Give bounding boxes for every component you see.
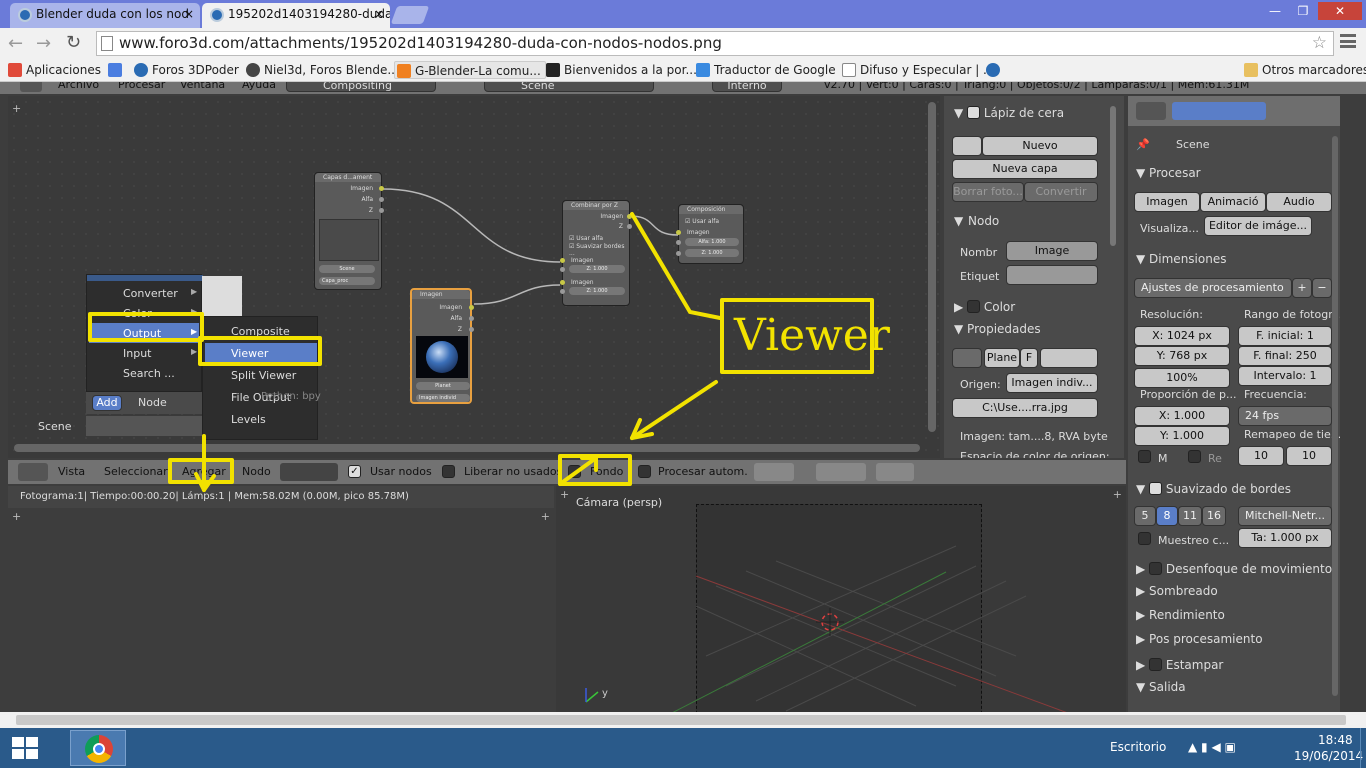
annotation-arrows <box>194 212 722 492</box>
blender-screenshot: Archivo Procesar Ventana Ayuda Compositi… <box>0 82 1366 712</box>
windows-taskbar: Escritorio ▲ ▮ ◀ ▣ 18:48 19/06/2014 <box>0 728 1366 768</box>
show-desktop-button[interactable] <box>1360 728 1366 768</box>
chrome-icon <box>85 735 113 763</box>
bookmark-label: Otros marcadores <box>1262 63 1366 77</box>
bookmark-bienvenidos[interactable]: Bienvenidos a la por... <box>544 61 697 79</box>
bookmark-aplicaciones[interactable]: Aplicaciones <box>6 61 101 79</box>
forward-icon[interactable]: → <box>36 33 51 54</box>
page-icon <box>101 36 113 51</box>
site-favicon-icon <box>397 64 411 78</box>
windows-start-icon[interactable] <box>12 737 38 759</box>
bookmark-label: Difuso y Especular | ... <box>860 63 995 77</box>
page-icon <box>842 63 856 77</box>
arrow-to-fondo <box>630 380 718 440</box>
bookmark-label: Traductor de Google <box>714 63 836 77</box>
other-bookmarks[interactable]: Otros marcadores <box>1242 61 1366 79</box>
bookmark-traductor[interactable]: Traductor de Google <box>694 61 836 79</box>
close-tab-icon[interactable]: × <box>184 3 194 25</box>
url-text: www.foro3d.com/attachments/195202d140319… <box>119 34 722 52</box>
restore-button[interactable]: ❐ <box>1290 2 1316 20</box>
bookmark-label: Aplicaciones <box>26 63 101 77</box>
bookmark-label: G-Blender-La comu... <box>415 64 541 78</box>
arrow-to-zcombine <box>630 212 722 320</box>
site-favicon-icon <box>134 63 148 77</box>
tab-blender-duda[interactable]: Blender duda con los nod × <box>10 3 200 28</box>
site-favicon-icon <box>210 8 224 22</box>
bookmark-difuso[interactable]: Difuso y Especular | ... <box>840 61 995 79</box>
page-horizontal-scrollbar[interactable] <box>0 712 1366 728</box>
bookmark-g-blender[interactable]: G-Blender-La comu... <box>394 61 546 79</box>
bookmark-google[interactable] <box>106 61 122 79</box>
clock-date[interactable]: 19/06/2014 <box>1294 749 1363 763</box>
tab-title: 195202d1403194280-duda <box>228 7 390 21</box>
clock-time[interactable]: 18:48 <box>1318 733 1353 747</box>
reload-icon[interactable]: ↻ <box>66 32 81 53</box>
bookmark-foro3d[interactable] <box>984 61 1004 79</box>
bookmark-label: Bienvenidos a la por... <box>564 63 697 77</box>
apps-grid-icon <box>8 63 22 77</box>
browser-title-bar: Blender duda con los nod × 195202d140319… <box>0 0 1366 28</box>
tab-title: Blender duda con los nod <box>36 7 189 21</box>
folder-icon <box>1244 63 1258 77</box>
google-icon <box>108 63 122 77</box>
minimize-button[interactable]: — <box>1262 2 1288 20</box>
address-bar[interactable]: www.foro3d.com/attachments/195202d140319… <box>96 31 1334 56</box>
menu-icon[interactable] <box>1340 34 1356 48</box>
bookmark-label: Foros 3DPoder <box>152 63 239 77</box>
bookmarks-bar: Aplicaciones Foros 3DPoder Niel3d, Foros… <box>0 58 1366 82</box>
site-favicon-icon <box>18 8 32 22</box>
site-favicon-icon <box>246 63 260 77</box>
bookmark-foros-3dpoder[interactable]: Foros 3DPoder <box>132 61 239 79</box>
escritorio-toolbar[interactable]: Escritorio <box>1110 740 1166 754</box>
new-tab-button[interactable] <box>390 6 430 24</box>
back-icon[interactable]: ← <box>8 33 23 54</box>
arrow-fondo-cross <box>558 456 598 486</box>
site-favicon-icon <box>986 63 1000 77</box>
close-tab-icon[interactable]: × <box>374 3 384 25</box>
bookmark-label: Niel3d, Foros Blende... <box>264 63 399 77</box>
bookmark-star-icon[interactable]: ☆ <box>1312 32 1327 55</box>
site-favicon-icon <box>546 63 560 77</box>
tab-attachment[interactable]: 195202d1403194280-duda × <box>202 3 390 28</box>
bookmark-niel3d[interactable]: Niel3d, Foros Blende... <box>244 61 399 79</box>
chrome-taskbar-button[interactable] <box>70 730 126 766</box>
tray-icons[interactable]: ▲ ▮ ◀ ▣ <box>1188 740 1236 754</box>
close-window-button[interactable]: ✕ <box>1318 2 1362 20</box>
translate-icon <box>696 63 710 77</box>
